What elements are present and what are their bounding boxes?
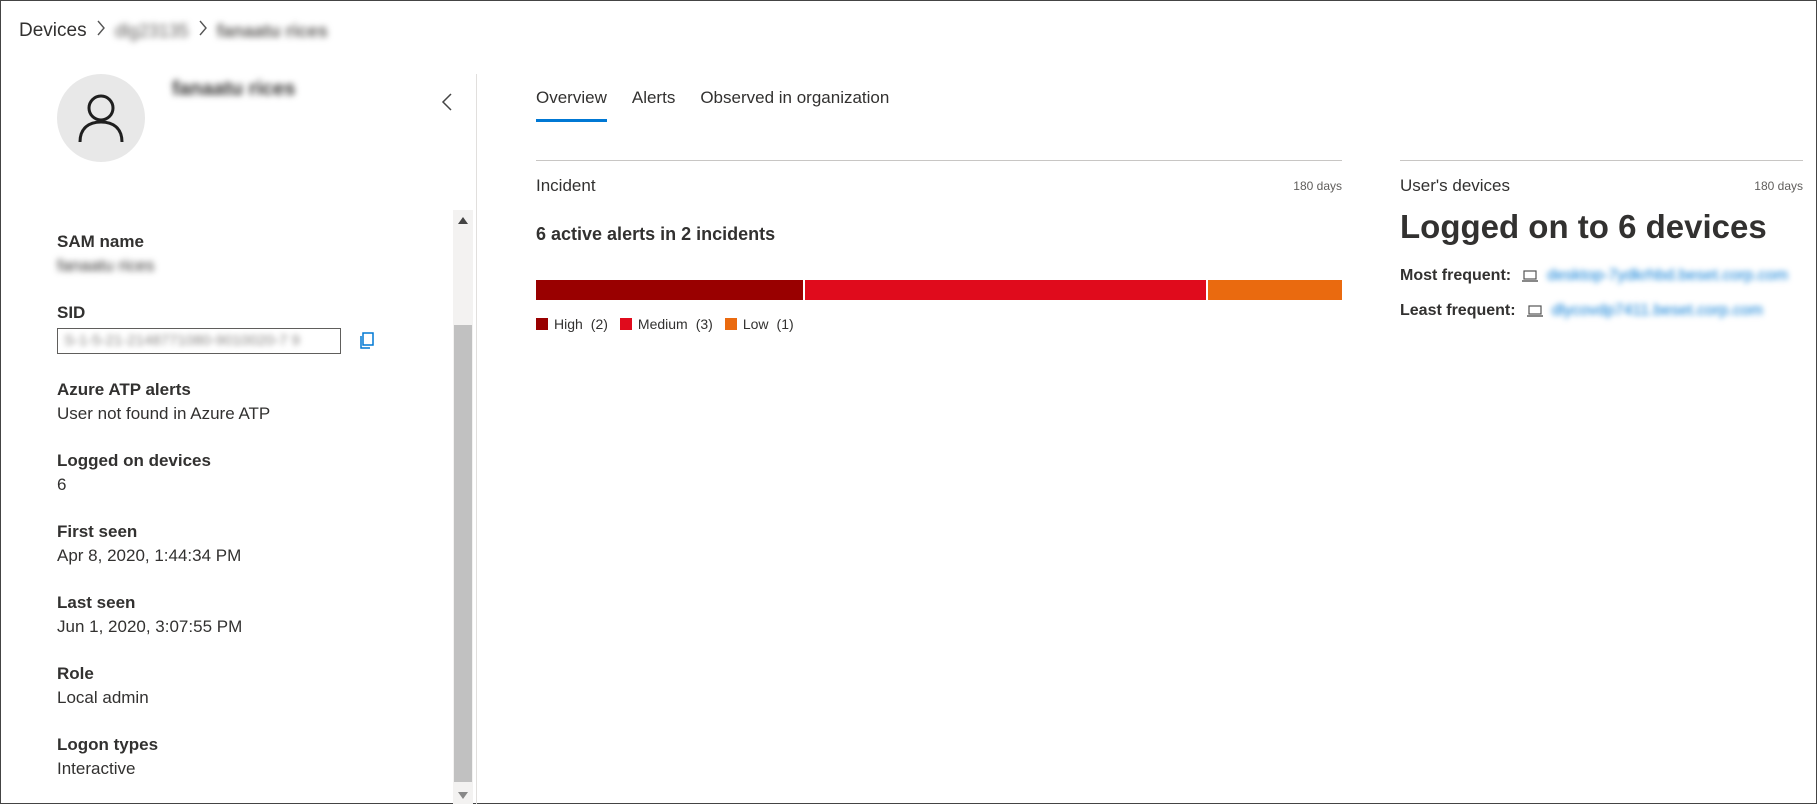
first-seen-value: Apr 8, 2020, 1:44:34 PM — [57, 546, 242, 565]
severity-bar-medium — [803, 280, 1207, 300]
sam-name-property: SAM name fanaatu rices — [57, 230, 437, 278]
legend-label: Medium — [637, 316, 688, 332]
legend-label: High — [554, 316, 583, 332]
tab-bar: Overview Alerts Observed in organization — [536, 84, 914, 124]
scroll-down-arrow-icon[interactable] — [453, 788, 473, 804]
azure-atp-property: Azure ATP alerts User not found in Azure… — [57, 378, 437, 426]
sid-label: SID — [57, 303, 86, 322]
role-property: Role Local admin — [57, 662, 437, 710]
last-seen-label: Last seen — [57, 593, 136, 612]
tab-overview[interactable]: Overview — [536, 84, 607, 122]
logged-on-devices-property: Logged on devices 6 — [57, 449, 437, 497]
role-value: Local admin — [57, 688, 149, 707]
severity-bar-high — [536, 280, 804, 300]
breadcrumb-devices[interactable]: Devices — [19, 20, 87, 42]
properties-scrollbar[interactable] — [453, 210, 473, 804]
most-frequent-device-link[interactable]: desktop-7ydkrhbd.beset.corp.com — [1547, 267, 1788, 285]
sam-name-value: fanaatu rices — [57, 256, 155, 275]
least-frequent-device-link[interactable]: dlycovdp7411.beset.corp.com — [1552, 302, 1763, 320]
sid-property: SID S-1-5-21-2148771080-9010020-7 9 — [57, 301, 437, 354]
tab-alerts[interactable]: Alerts — [632, 84, 675, 122]
devices-card-rule — [1400, 160, 1803, 161]
legend-item-medium: Medium (3) — [619, 316, 713, 332]
incident-range: 180 days — [1293, 179, 1342, 193]
scrollbar-thumb[interactable] — [454, 325, 472, 782]
scroll-up-arrow-icon[interactable] — [453, 210, 473, 230]
legend-swatch — [619, 318, 632, 330]
logon-types-property: Logon types Interactive — [57, 733, 437, 781]
least-frequent-row: Least frequent: dlycovdp7411.beset.corp.… — [1400, 302, 1763, 320]
user-properties: SAM name fanaatu rices SID S-1-5-21-2148… — [57, 230, 437, 804]
logon-types-label: Logon types — [57, 735, 159, 754]
legend-item-low: Low (1) — [724, 316, 794, 332]
legend-count: (1) — [776, 316, 794, 332]
logged-on-devices-label: Logged on devices — [57, 451, 211, 470]
role-label: Role — [57, 664, 94, 683]
breadcrumb-device[interactable]: dlg23135 — [115, 21, 189, 42]
sid-value: S-1-5-21-2148771080-9010020-7 9 — [64, 332, 301, 349]
chevron-right-icon — [87, 19, 115, 43]
breadcrumb-user: fanaatu rices — [216, 20, 328, 41]
legend-swatch — [724, 318, 737, 330]
severity-bar-low — [1206, 280, 1342, 300]
sid-field[interactable]: S-1-5-21-2148771080-9010020-7 9 — [57, 328, 341, 354]
logon-types-value: Interactive — [57, 759, 136, 778]
legend-count: (2) — [590, 316, 608, 332]
incident-card-rule — [536, 160, 1342, 161]
avatar — [57, 74, 145, 162]
panel-divider — [476, 74, 477, 804]
breadcrumb: Devices dlg23135 fanaatu rices — [19, 18, 328, 44]
copy-sid-button[interactable] — [356, 330, 376, 352]
laptop-icon — [1526, 304, 1544, 318]
laptop-icon — [1521, 269, 1539, 283]
first-seen-property: First seen Apr 8, 2020, 1:44:34 PM — [57, 520, 437, 568]
devices-range: 180 days — [1754, 179, 1803, 193]
most-frequent-row: Most frequent: desktop-7ydkrhbd.beset.co… — [1400, 267, 1788, 285]
logged-on-devices-value: 6 — [57, 475, 67, 494]
legend-item-high: High (2) — [536, 316, 608, 332]
most-frequent-label: Most frequent: — [1400, 267, 1512, 284]
user-name: fanaatu rices — [172, 78, 296, 100]
devices-title: User's devices — [1400, 176, 1511, 195]
last-seen-value: Jun 1, 2020, 3:07:55 PM — [57, 617, 243, 636]
person-icon — [78, 94, 124, 143]
chevron-left-icon — [441, 93, 452, 111]
first-seen-label: First seen — [57, 522, 138, 541]
tab-observed-in-organization[interactable]: Observed in organization — [700, 84, 889, 122]
legend-swatch — [536, 318, 548, 330]
copy-icon — [360, 332, 374, 349]
least-frequent-label: Least frequent: — [1400, 302, 1516, 319]
devices-headline: Logged on to 6 devices — [1400, 208, 1767, 245]
azure-atp-label: Azure ATP alerts — [57, 380, 191, 399]
legend-count: (3) — [695, 316, 713, 332]
sam-name-label: SAM name — [57, 232, 144, 251]
chevron-right-icon — [189, 19, 217, 43]
azure-atp-value: User not found in Azure ATP — [57, 404, 271, 423]
last-seen-property: Last seen Jun 1, 2020, 3:07:55 PM — [57, 591, 437, 639]
severity-legend: High (2) Medium (3) Low (1) — [536, 316, 806, 332]
legend-label: Low — [742, 316, 769, 332]
incident-headline: 6 active alerts in 2 incidents — [536, 224, 776, 244]
collapse-panel-button[interactable] — [435, 90, 459, 114]
severity-bar — [536, 280, 1342, 300]
incident-title: Incident — [536, 176, 596, 195]
